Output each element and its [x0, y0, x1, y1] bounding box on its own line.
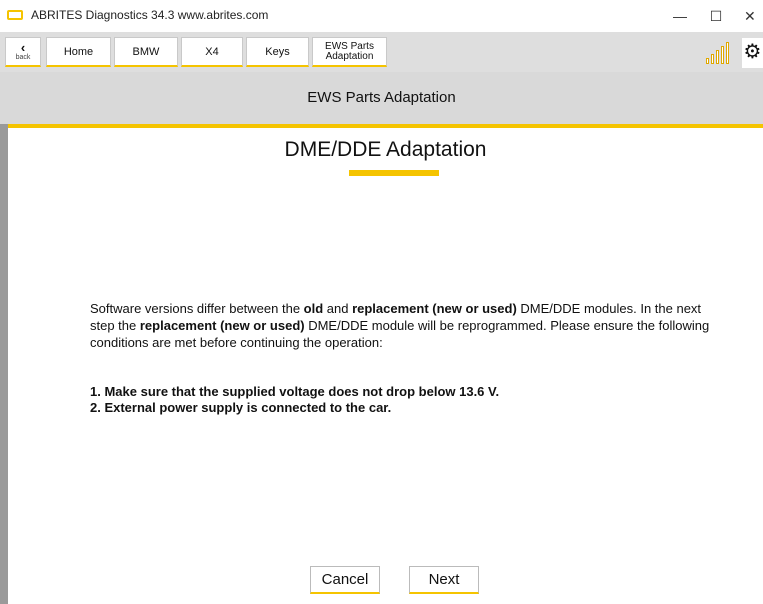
settings-gear-icon[interactable]: ⚙: [742, 38, 763, 68]
conditions-list: 1. Make sure that the supplied voltage d…: [90, 384, 710, 416]
breadcrumb-bmw[interactable]: BMW: [114, 37, 178, 67]
breadcrumb-ews-parts-adaptation[interactable]: EWS Parts Adaptation: [312, 37, 387, 67]
navigation-bar: ‹ back Home BMW X4 Keys EWS Parts Adapta…: [0, 32, 763, 72]
chevron-left-icon: ‹: [20, 39, 26, 55]
main-content: DME/DDE Adaptation Software versions dif…: [8, 128, 763, 604]
signal-strength-icon: [706, 40, 736, 64]
breadcrumb-x4[interactable]: X4: [181, 37, 243, 67]
title-underline: [349, 170, 439, 176]
back-label: back: [15, 53, 31, 61]
minimize-button[interactable]: —: [666, 4, 694, 28]
left-frame-border: [0, 124, 8, 604]
title-bar: ABRITES Diagnostics 34.3 www.abrites.com…: [0, 0, 763, 32]
window-title: ABRITES Diagnostics 34.3 www.abrites.com: [31, 8, 269, 22]
breadcrumb-keys[interactable]: Keys: [246, 37, 309, 67]
page-title: DME/DDE Adaptation: [284, 138, 487, 161]
breadcrumb-home[interactable]: Home: [46, 37, 111, 67]
breadcrumb-ews-label: EWS Parts Adaptation: [325, 40, 374, 62]
condition-item: 2. External power supply is connected to…: [90, 400, 392, 415]
condition-item: 1. Make sure that the supplied voltage d…: [90, 384, 500, 399]
cancel-button[interactable]: Cancel: [310, 566, 380, 594]
page-header: EWS Parts Adaptation: [0, 72, 763, 124]
description-text: Software versions differ between the old…: [90, 301, 710, 350]
abrites-logo-icon: [7, 10, 23, 20]
maximize-button[interactable]: ☐: [702, 4, 730, 28]
page-header-title: EWS Parts Adaptation: [307, 89, 456, 106]
back-button[interactable]: ‹ back: [5, 37, 41, 67]
next-button[interactable]: Next: [409, 566, 479, 594]
close-button[interactable]: ✕: [744, 4, 763, 28]
